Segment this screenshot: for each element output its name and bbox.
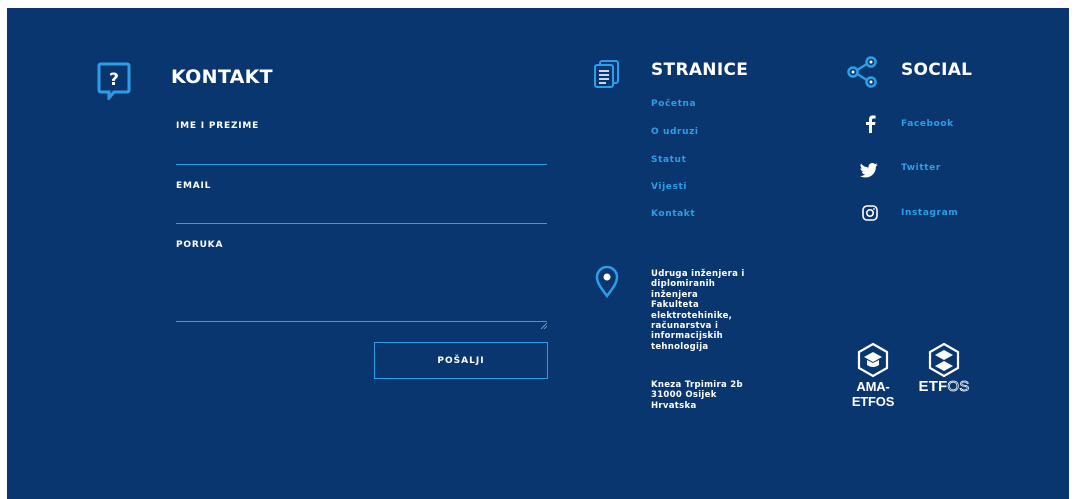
twitter-icon[interactable]	[859, 163, 878, 178]
etfos-logo-bold: ETF	[918, 378, 948, 395]
footer: ? KONTAKT IME I PREZIME EMAIL PORUKA POŠ…	[7, 8, 1069, 499]
etfos-logo-light: OS	[947, 378, 970, 396]
message-field[interactable]	[176, 321, 547, 322]
address-line: Udruga inženjera i	[651, 269, 745, 279]
submit-button[interactable]: POŠALJI	[374, 342, 548, 379]
address-line: 31000 Osijek	[651, 390, 717, 401]
link-o-udruzi[interactable]: O udruzi	[651, 127, 699, 137]
facebook-icon[interactable]	[863, 115, 877, 133]
svg-text:?: ?	[109, 70, 119, 90]
address-line: diplomiranih	[651, 279, 716, 290]
link-kontakt[interactable]: Kontakt	[651, 209, 695, 219]
link-facebook[interactable]: Facebook	[901, 119, 954, 129]
question-bubble-icon: ?	[97, 62, 131, 103]
link-vijesti[interactable]: Vijesti	[651, 182, 687, 192]
social-title: SOCIAL	[901, 60, 973, 80]
share-icon	[846, 56, 878, 88]
email-field[interactable]	[176, 223, 547, 224]
link-instagram[interactable]: Instagram	[901, 208, 958, 218]
etfos-logo-text: ETFOS	[916, 378, 972, 396]
link-statut[interactable]: Statut	[651, 155, 686, 165]
org-address: Udruga inženjera i diplomiranih inženjer…	[651, 269, 771, 352]
instagram-icon[interactable]	[862, 205, 878, 221]
link-twitter[interactable]: Twitter	[901, 163, 941, 173]
pages-title: STRANICE	[651, 60, 749, 80]
address-line: elektrotehinike,	[651, 310, 733, 321]
ama-etfos-logo[interactable]: AMA-ETFOS	[836, 342, 910, 409]
ama-etfos-logo-text: AMA-ETFOS	[851, 379, 895, 409]
address-line: Kneza Trpimira 2b	[651, 380, 743, 390]
link-pocetna[interactable]: Početna	[651, 99, 696, 109]
address-line: informacijskih	[651, 331, 724, 342]
address-line: tehnologija	[651, 341, 709, 352]
map-pin-icon	[595, 265, 619, 299]
address-line: računarstva i	[651, 321, 719, 332]
name-field[interactable]	[176, 164, 547, 165]
contact-title: KONTAKT	[171, 66, 273, 88]
address-line: Fakulteta	[651, 300, 699, 311]
email-label: EMAIL	[176, 181, 212, 191]
name-label: IME I PREZIME	[176, 121, 260, 131]
address-line: Hrvatska	[651, 400, 697, 411]
document-icon	[593, 59, 621, 89]
address-line: inženjera	[651, 289, 699, 300]
message-label: PORUKA	[176, 240, 224, 250]
etfos-logo[interactable]: ETFOS	[916, 342, 972, 396]
street-address: Kneza Trpimira 2b 31000 Osijek Hrvatska	[651, 380, 771, 411]
resize-handle-icon[interactable]	[540, 314, 548, 330]
